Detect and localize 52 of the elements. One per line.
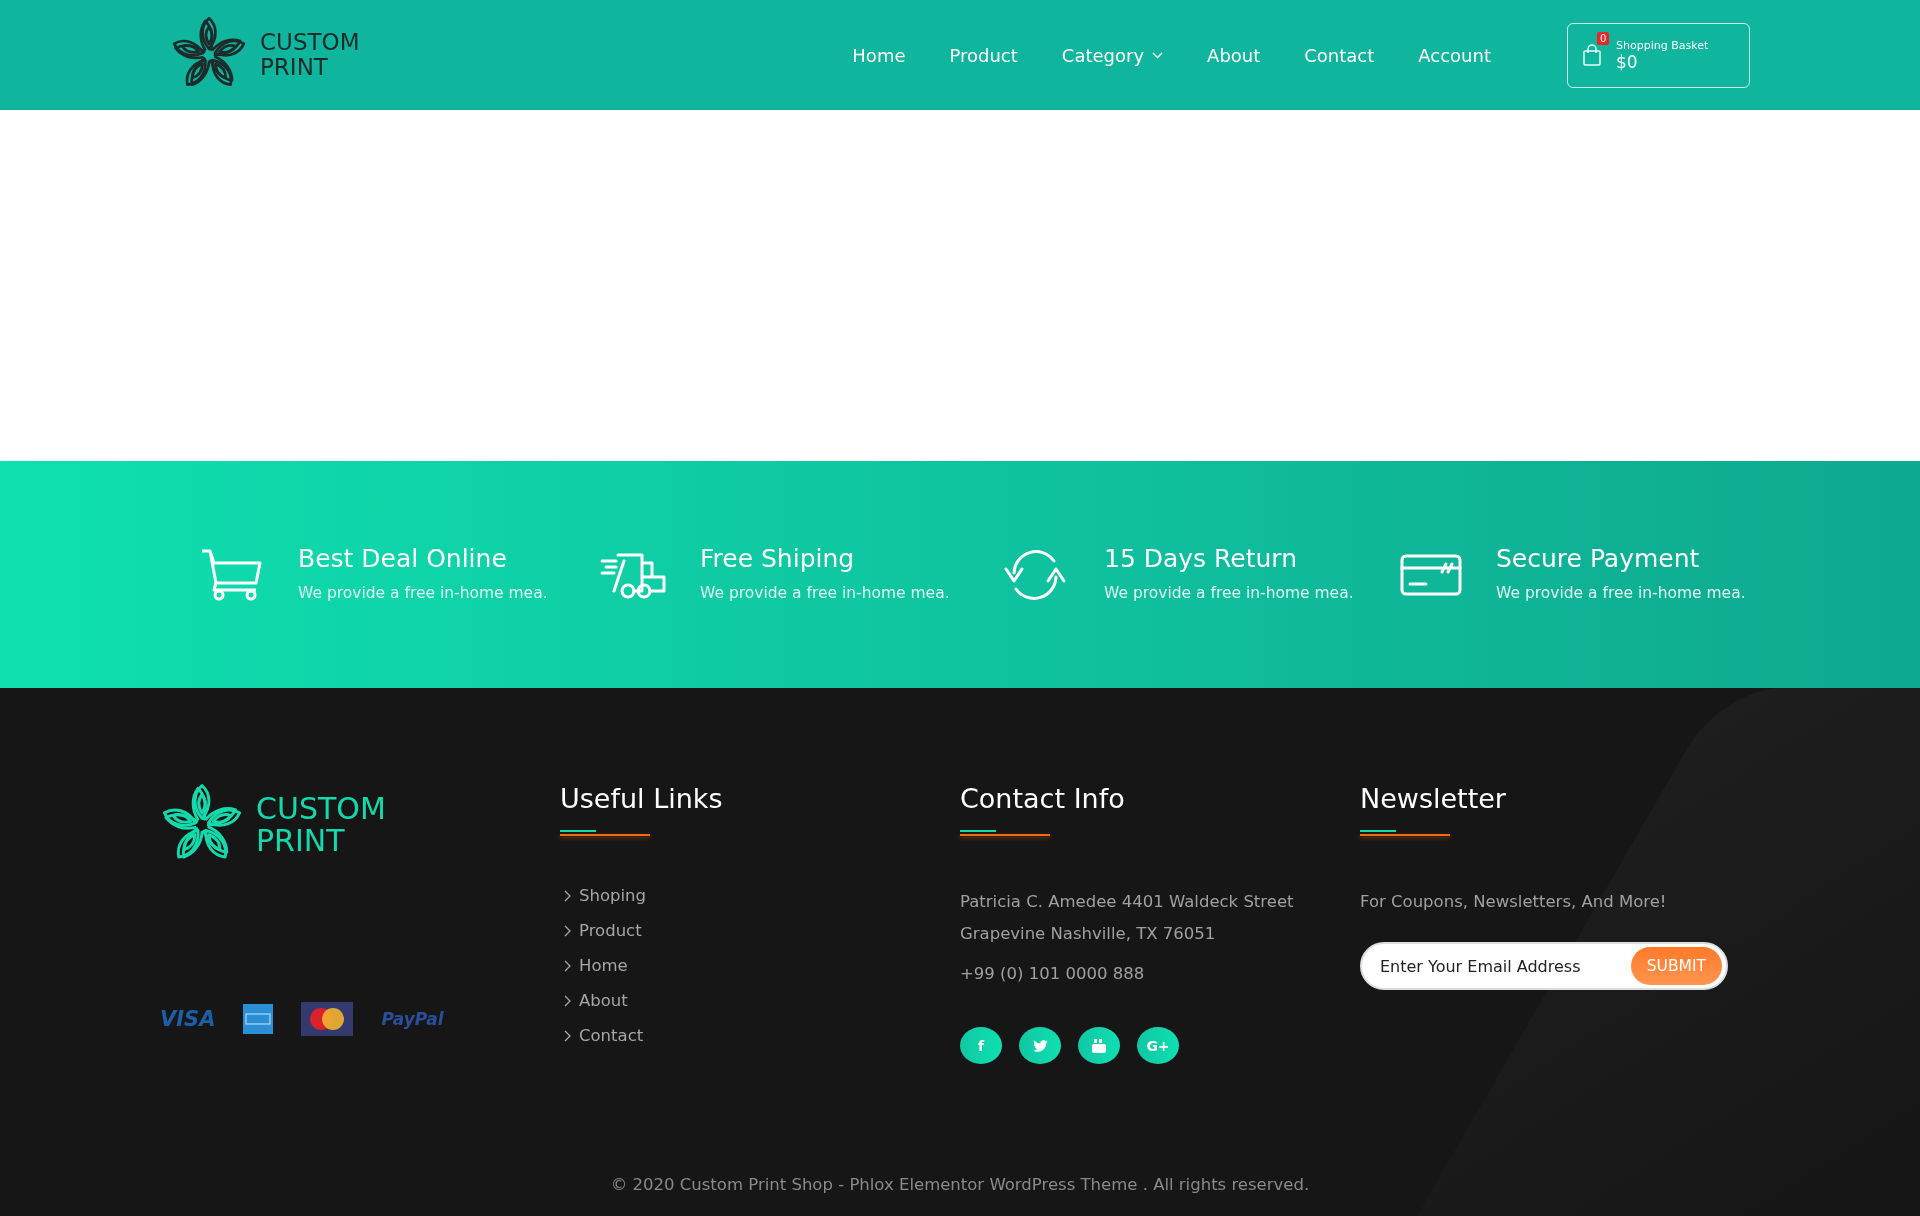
paypal-logo: PayPal — [381, 1009, 444, 1029]
bird-icon — [1032, 1039, 1048, 1052]
footer-link[interactable]: Shoping — [560, 886, 960, 905]
chevron-right-icon — [564, 994, 571, 1007]
mastercard-icon — [301, 1002, 354, 1036]
count-badge: 0 — [1597, 31, 1610, 45]
visa-logo: VISA — [160, 1007, 216, 1031]
nav-link[interactable]: Account — [1418, 44, 1491, 66]
feature-title: Free Shiping — [700, 544, 856, 573]
copyright-text: © 2020 Custom Print Shop - Phlox Elementor WordPress Theme . All rights reserved. — [610, 1175, 1310, 1194]
nav-link[interactable]: Contact — [1304, 44, 1375, 66]
logo-text: PRINT — [260, 55, 329, 80]
footer-link[interactable]: Home — [560, 956, 960, 975]
footer-link[interactable]: Contact — [560, 1026, 960, 1045]
google-plus-button[interactable]: G+ — [1137, 1027, 1179, 1064]
feature-text: We provide a free in-home mea. — [1104, 583, 1354, 604]
cart-icon — [200, 547, 264, 602]
phone-text: +99 (0) 101 0000 888 — [960, 964, 1146, 983]
newsletter-text: For Coupons, Newsletters, And More! — [1360, 891, 1668, 913]
nav-link[interactable]: Home — [852, 44, 906, 66]
feature-title: Secure Payment — [1496, 544, 1701, 573]
feature-title: Best Deal Online — [298, 544, 508, 573]
chevron-down-icon — [1152, 51, 1164, 59]
shopping-bag-icon — [1582, 44, 1602, 66]
email-field[interactable]: Enter Your Email Address SUBMIT — [1360, 942, 1728, 990]
chevron-right-icon — [564, 924, 571, 937]
feature-title: 15 Days Return — [1104, 544, 1299, 573]
youtube-button[interactable] — [1078, 1027, 1120, 1064]
feature-text: We provide a free in-home mea. — [1496, 583, 1746, 604]
twitter-button[interactable] — [1019, 1027, 1061, 1064]
column-heading: Newsletter — [1360, 783, 1507, 814]
facebook-button[interactable]: f — [960, 1027, 1002, 1064]
credit-card-icon — [1400, 553, 1462, 596]
column-heading: Contact Info — [960, 783, 1126, 814]
nav-link[interactable]: Product — [949, 44, 1018, 66]
submit-button[interactable]: SUBMIT — [1630, 947, 1722, 985]
chevron-right-icon — [564, 1029, 571, 1042]
chevron-right-icon — [564, 959, 571, 972]
amex-card-icon — [243, 1004, 274, 1034]
footer-link[interactable]: Product — [560, 921, 960, 940]
nav-link[interactable]: About — [1207, 44, 1261, 66]
logo-text: CUSTOM — [260, 30, 360, 55]
column-heading: Useful Links — [560, 783, 724, 814]
feature-text: We provide a free in-home mea. — [298, 583, 548, 604]
feature-text: We provide a free in-home mea. — [700, 583, 950, 604]
nav-link[interactable]: Category — [1061, 44, 1164, 66]
chevron-right-icon — [564, 889, 571, 902]
footer-link[interactable]: About — [560, 991, 960, 1010]
address-text: Patricia C. Amedee 4401 Waldeck Street Grapevine Nashville, TX 76051 — [960, 891, 1295, 945]
shopping-basket-button[interactable]: 0 Shopping Basket $0 — [1567, 22, 1750, 88]
logo-text: CUSTOM — [256, 793, 386, 825]
logo-text: PRINT — [256, 825, 346, 857]
